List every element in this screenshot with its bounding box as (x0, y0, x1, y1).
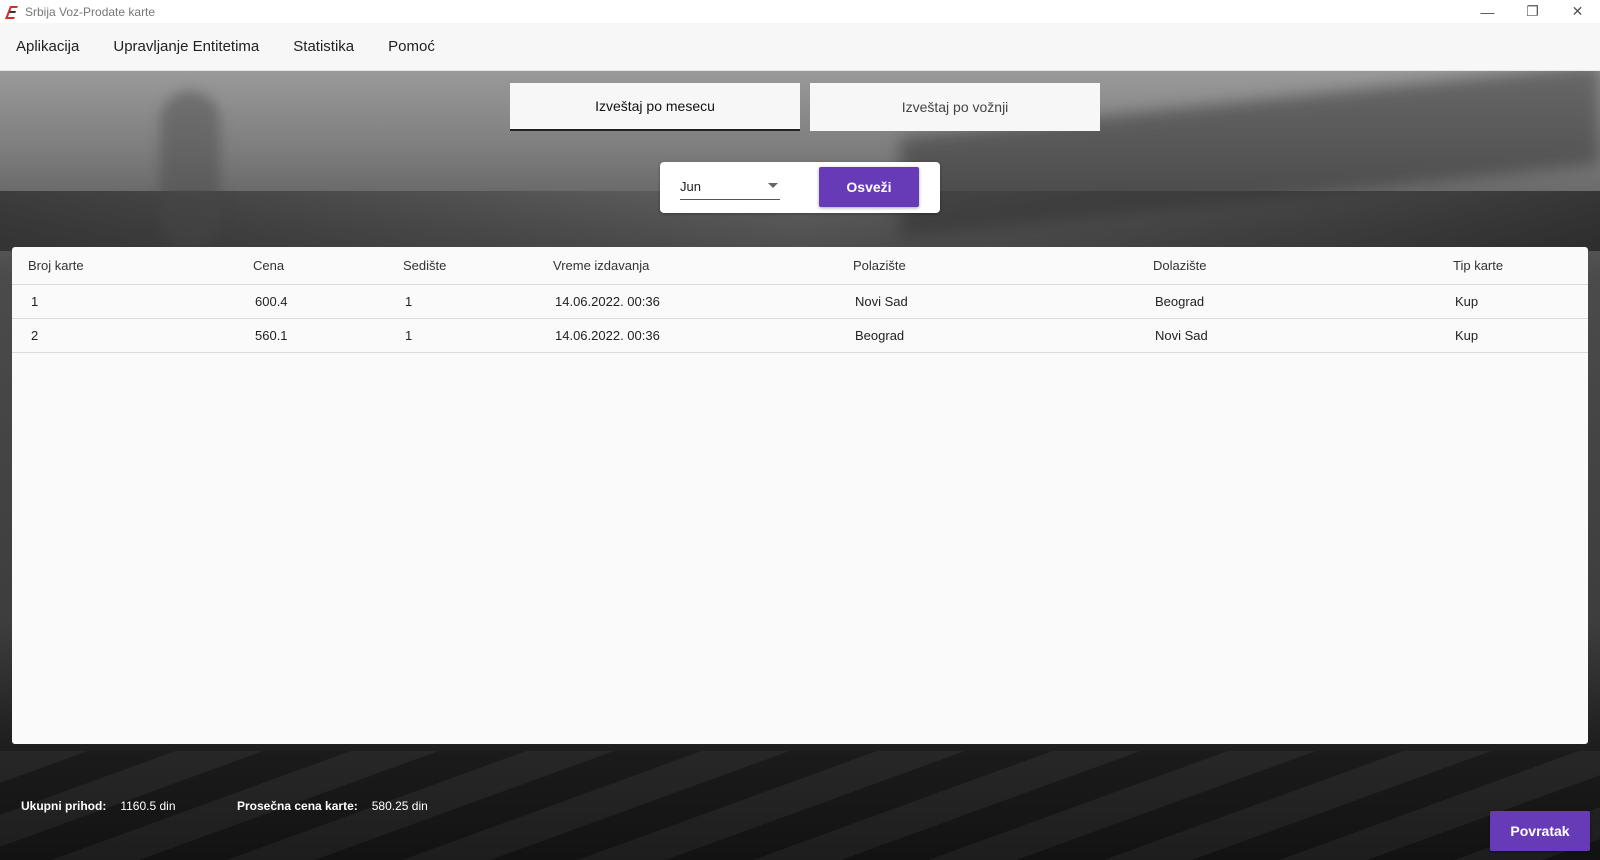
column-header-seat[interactable]: Sedište (403, 258, 446, 273)
column-header-arrival[interactable]: Dolazište (1153, 258, 1206, 273)
refresh-button[interactable]: Osveži (819, 167, 919, 207)
menu-item-aplikacija[interactable]: Aplikacija (16, 38, 79, 55)
tab-monthly-report[interactable]: Izveštaj po mesecu (510, 83, 800, 131)
average-price-value: 580.25 din (371, 799, 428, 813)
table-row[interactable]: 1 600.4 1 14.06.2022. 00:36 Novi Sad Beo… (12, 285, 1588, 319)
menu-bar: Aplikacija Upravljanje Entitetima Statis… (0, 23, 1600, 71)
average-price-label: Prosečna cena karte: (237, 799, 358, 813)
column-header-departure[interactable]: Polazište (853, 258, 906, 273)
filter-card: Jun Osveži (660, 162, 940, 213)
cell-issue-time: 14.06.2022. 00:36 (555, 328, 660, 343)
cell-price: 560.1 (255, 328, 288, 343)
cell-arrival: Beograd (1155, 294, 1205, 309)
restore-button[interactable]: ❐ (1510, 0, 1555, 23)
table-header: Broj karte Cena Sedište Vreme izdavanja … (12, 247, 1588, 285)
cell-arrival: Novi Sad (1155, 328, 1208, 343)
cell-seat: 1 (405, 294, 413, 309)
cell-ticket-type: Kup (1455, 328, 1479, 343)
cell-ticket-number: 2 (31, 328, 39, 343)
table-row[interactable]: 2 560.1 1 14.06.2022. 00:36 Beograd Novi… (12, 319, 1588, 353)
close-button[interactable]: ✕ (1555, 0, 1600, 23)
cell-price: 600.4 (255, 294, 288, 309)
total-revenue: Ukupni prihod: 1160.5 din (21, 799, 176, 813)
total-revenue-label: Ukupni prihod: (21, 799, 107, 813)
column-header-issue-time[interactable]: Vreme izdavanja (553, 258, 649, 273)
average-price: Prosečna cena karte: 580.25 din (237, 799, 428, 813)
app-logo-icon (3, 4, 19, 20)
month-select-value: Jun (680, 179, 701, 194)
chevron-down-icon (768, 183, 778, 188)
menu-item-upravljanje-entitetima[interactable]: Upravljanje Entitetima (113, 38, 259, 55)
cell-departure: Beograd (855, 328, 905, 343)
cell-issue-time: 14.06.2022. 00:36 (555, 294, 660, 309)
window-title: Srbija Voz-Prodate karte (25, 4, 156, 19)
menu-item-pomoc[interactable]: Pomoć (388, 38, 435, 55)
tickets-table: Broj karte Cena Sedište Vreme izdavanja … (12, 247, 1588, 744)
column-header-ticket-number[interactable]: Broj karte (28, 258, 84, 273)
tab-ride-report[interactable]: Izveštaj po vožnji (810, 83, 1100, 131)
menu-item-statistika[interactable]: Statistika (293, 38, 354, 55)
total-revenue-value: 1160.5 din (120, 799, 176, 813)
column-header-ticket-type[interactable]: Tip karte (1453, 258, 1503, 273)
back-button[interactable]: Povratak (1490, 811, 1590, 851)
cell-seat: 1 (405, 328, 413, 343)
month-select[interactable]: Jun (680, 174, 780, 200)
column-header-price[interactable]: Cena (253, 258, 284, 273)
cell-ticket-number: 1 (31, 294, 39, 309)
title-bar: Srbija Voz-Prodate karte — ❐ ✕ (0, 0, 1600, 23)
cell-ticket-type: Kup (1455, 294, 1479, 309)
cell-departure: Novi Sad (855, 294, 908, 309)
minimize-button[interactable]: — (1465, 0, 1510, 23)
